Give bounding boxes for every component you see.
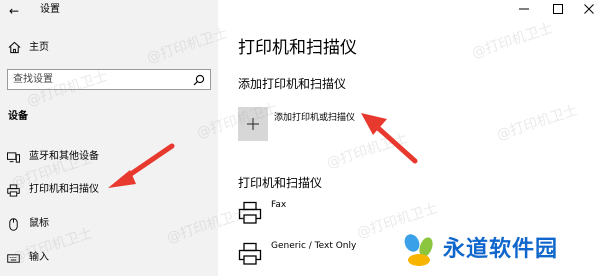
- add-printer-label: 添加打印机或扫描仪: [274, 113, 356, 123]
- printer-name: Generic / Text Only: [271, 241, 357, 251]
- sidebar-item-mouse[interactable]: 鼠标: [0, 214, 218, 236]
- add-printer-button[interactable]: 添加打印机或扫描仪: [238, 107, 388, 141]
- sidebar-item-printers[interactable]: 打印机和扫描仪: [0, 180, 218, 202]
- page-title: 打印机和扫描仪: [238, 38, 357, 58]
- add-section-title: 添加打印机和扫描仪: [238, 77, 347, 91]
- brand-logo-icon: [404, 234, 433, 266]
- bluetooth-devices-icon: [7, 152, 20, 163]
- settings-window: ← 设置 主页 查找设置 设备 蓝牙和其他设备 打印机和扫描仪 鼠标 输入 打印…: [0, 0, 600, 276]
- sidebar-item-label: 鼠标: [29, 218, 49, 229]
- close-icon[interactable]: [583, 3, 595, 15]
- search-input[interactable]: 查找设置: [7, 69, 211, 90]
- maximize-icon[interactable]: [552, 3, 564, 15]
- printer-name: Fax: [271, 200, 287, 210]
- back-arrow-icon[interactable]: ←: [9, 4, 19, 18]
- mouse-icon: [9, 218, 18, 231]
- keyboard-icon: [7, 254, 20, 263]
- search-icon[interactable]: [193, 74, 205, 86]
- sidebar-item-label: 打印机和扫描仪: [29, 184, 99, 195]
- home-label: 主页: [29, 42, 49, 53]
- window-controls: [500, 0, 600, 18]
- sidebar-item-label: 蓝牙和其他设备: [29, 151, 99, 162]
- printer-icon: [238, 242, 262, 265]
- sidebar-item-input[interactable]: 输入: [0, 248, 218, 270]
- home-icon: [8, 41, 21, 54]
- minimize-icon[interactable]: [518, 3, 530, 15]
- title-bar: ← 设置: [0, 0, 218, 22]
- sidebar-item-label: 输入: [29, 252, 49, 263]
- brand-text: 永道软件园: [443, 237, 559, 262]
- sidebar: ← 设置 主页 查找设置 设备 蓝牙和其他设备 打印机和扫描仪 鼠标 输入: [0, 0, 218, 276]
- printers-section-title: 打印机和扫描仪: [238, 176, 323, 190]
- plus-icon: [247, 118, 259, 130]
- nav-home[interactable]: 主页: [0, 37, 218, 59]
- add-tile[interactable]: [238, 107, 268, 141]
- printer-icon: [238, 201, 262, 224]
- printer-item-fax[interactable]: Fax: [238, 199, 438, 227]
- printer-icon: [7, 184, 20, 197]
- sidebar-item-bluetooth[interactable]: 蓝牙和其他设备: [0, 147, 218, 169]
- search-placeholder: 查找设置: [13, 74, 53, 85]
- app-title: 设置: [40, 4, 60, 15]
- section-title-devices: 设备: [8, 111, 28, 122]
